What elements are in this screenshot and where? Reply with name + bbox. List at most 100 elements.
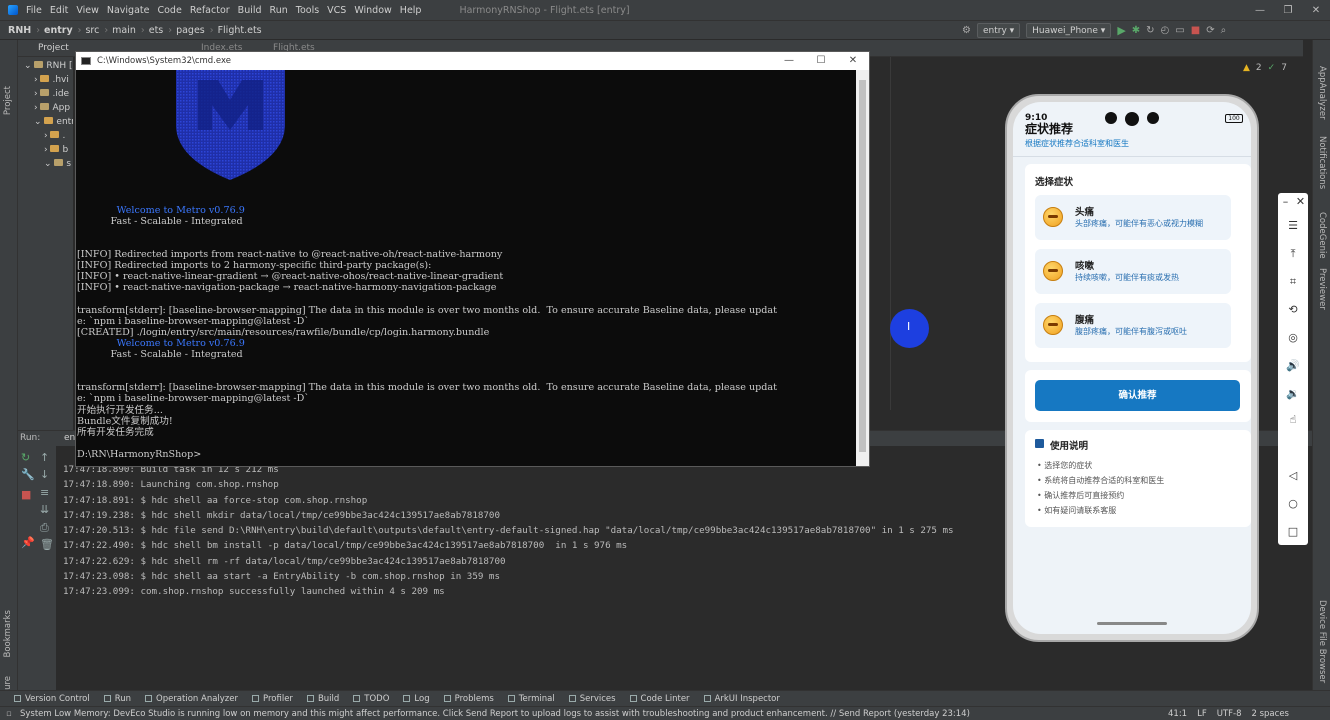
- rerun-icon[interactable]: ↻: [21, 451, 30, 464]
- menu-tools[interactable]: Tools: [296, 5, 319, 16]
- menu-help[interactable]: Help: [400, 5, 422, 16]
- restore-icon[interactable]: ❐: [1274, 5, 1302, 16]
- tool-problems[interactable]: Problems: [443, 694, 494, 704]
- menu-navigate[interactable]: Navigate: [107, 5, 150, 16]
- tool-version-control[interactable]: Version Control: [14, 694, 90, 704]
- profile-icon[interactable]: ◴: [1161, 25, 1170, 36]
- minimize-icon[interactable]: –: [1278, 195, 1293, 208]
- tree-item[interactable]: › .ide: [24, 87, 73, 101]
- clear-icon[interactable]: 🗑: [40, 538, 54, 551]
- cmd-title-bar[interactable]: C:\Windows\System32\cmd.exe: [76, 52, 869, 70]
- home-indicator[interactable]: [1097, 622, 1167, 625]
- project-header[interactable]: Project: [18, 40, 73, 57]
- project-tool-button[interactable]: Project: [3, 86, 13, 115]
- fingerprint-icon[interactable]: ☝: [1278, 413, 1308, 426]
- phone-screen[interactable]: 9:10 100 症状推荐 根据症状推荐合适科室和医生 选择症状 头痛 头部疼痛…: [1013, 102, 1251, 634]
- minimize-icon[interactable]: —: [1246, 5, 1274, 16]
- cmd-scrollbar[interactable]: [856, 70, 869, 466]
- tree-item[interactable]: › .: [24, 129, 73, 143]
- soft-wrap-icon[interactable]: ≡: [40, 486, 49, 499]
- menu-edit[interactable]: Edit: [50, 5, 68, 16]
- breadcrumb-root[interactable]: RNH: [8, 25, 31, 36]
- tool-build[interactable]: Build: [306, 694, 339, 704]
- breadcrumb-main[interactable]: main: [112, 25, 136, 36]
- cmd-console[interactable]: Welcome to Metro v0.76.9 Fast - Scalable…: [76, 70, 857, 466]
- symptom-item-cough[interactable]: 咳嗽 持续咳嗽，可能伴有痰或发热: [1035, 249, 1231, 294]
- menu-code[interactable]: Code: [157, 5, 181, 16]
- caret-position[interactable]: 41:1: [1168, 709, 1187, 719]
- rotate-icon[interactable]: ⟲: [1278, 303, 1308, 316]
- tree-item[interactable]: ⌄ RNH [H: [24, 59, 73, 73]
- search-everywhere-icon[interactable]: ⌕: [1221, 25, 1227, 36]
- status-message[interactable]: System Low Memory: DevEco Studio is runn…: [20, 709, 1160, 719]
- device-select[interactable]: Huawei_Phone ▾: [1026, 23, 1112, 38]
- breadcrumb-ets[interactable]: ets: [149, 25, 164, 36]
- run-icon[interactable]: ▶: [1117, 24, 1125, 37]
- volume-down-icon[interactable]: 🔉: [1278, 387, 1308, 400]
- tool-run[interactable]: Run: [103, 694, 131, 704]
- menu-icon[interactable]: ☰: [1278, 219, 1308, 232]
- stop-icon[interactable]: ■: [1191, 25, 1200, 36]
- down-icon[interactable]: ↓: [40, 468, 49, 481]
- breadcrumb-entry[interactable]: entry: [44, 25, 73, 36]
- indent-setting[interactable]: 2 spaces: [1252, 709, 1289, 719]
- crop-icon[interactable]: ⌗: [1278, 275, 1308, 289]
- menu-window[interactable]: Window: [354, 5, 391, 16]
- menu-file[interactable]: File: [26, 5, 42, 16]
- symptom-item-stomachache[interactable]: 腹痛 腹部疼痛，可能伴有腹泻或呕吐: [1035, 303, 1231, 348]
- tree-item[interactable]: › b: [24, 143, 73, 157]
- breadcrumb-file[interactable]: Flight.ets: [218, 25, 262, 36]
- up-icon[interactable]: ↑: [40, 451, 49, 464]
- tree-item[interactable]: › .hvi: [24, 73, 73, 87]
- cmd-window[interactable]: C:\Windows\System32\cmd.exe — ☐ ✕ Welcom…: [75, 51, 870, 467]
- line-separator[interactable]: LF: [1197, 709, 1207, 719]
- tool-terminal[interactable]: Terminal: [507, 694, 555, 704]
- cmd-maximize-icon[interactable]: ☐: [805, 52, 837, 70]
- menu-build[interactable]: Build: [238, 5, 262, 16]
- device-file-browser-tool-button[interactable]: Device File Browser: [1317, 600, 1327, 683]
- codegenie-tool-button[interactable]: CodeGenie: [1317, 212, 1327, 259]
- file-encoding[interactable]: UTF-8: [1217, 709, 1242, 719]
- tool-log[interactable]: Log: [403, 694, 430, 704]
- pin-icon[interactable]: 📌: [21, 536, 35, 549]
- cmd-prompt[interactable]: D:\RN\HarmonyRnShop>: [77, 449, 201, 460]
- tree-item[interactable]: ⌄ entr: [24, 115, 73, 129]
- previewer-tool-button[interactable]: Previewer: [1317, 268, 1327, 310]
- cmd-scroll-thumb[interactable]: [859, 80, 866, 452]
- tree-item[interactable]: › App: [24, 101, 73, 115]
- attach-icon[interactable]: ↻: [1146, 25, 1154, 36]
- stop-icon[interactable]: ■: [21, 488, 31, 501]
- scroll-to-end-icon[interactable]: ⇊: [40, 503, 49, 516]
- close-icon[interactable]: ✕: [1302, 5, 1330, 16]
- notifications-tool-button[interactable]: Notifications: [1317, 136, 1327, 189]
- home-icon[interactable]: ○: [1278, 497, 1308, 510]
- debug-icon[interactable]: ✱: [1132, 25, 1140, 36]
- tool-operation-analyzer[interactable]: Operation Analyzer: [145, 694, 238, 704]
- breadcrumb-src[interactable]: src: [85, 25, 99, 36]
- menu-view[interactable]: View: [76, 5, 99, 16]
- pin-top-icon[interactable]: ⤒: [1278, 247, 1308, 261]
- module-select[interactable]: entry ▾: [976, 23, 1021, 38]
- warning-icon[interactable]: ▲: [1243, 63, 1250, 73]
- tool-code-linter[interactable]: Code Linter: [629, 694, 690, 704]
- cmd-close-icon[interactable]: ✕: [837, 52, 869, 70]
- print-icon[interactable]: ⎙: [40, 521, 49, 535]
- wrench-icon[interactable]: 🔧: [21, 468, 35, 481]
- menu-run[interactable]: Run: [270, 5, 288, 16]
- app-analyzer-tool-button[interactable]: AppAnalyzer: [1317, 66, 1327, 120]
- location-icon[interactable]: ◎: [1278, 331, 1308, 344]
- sync-icon[interactable]: ⟳: [1206, 25, 1214, 36]
- settings-icon[interactable]: ⚙: [962, 25, 971, 36]
- back-icon[interactable]: ◁: [1278, 469, 1308, 482]
- menu-vcs[interactable]: VCS: [327, 5, 346, 16]
- tool-arkui-inspector[interactable]: ArkUI Inspector: [703, 694, 780, 704]
- cmd-minimize-icon[interactable]: —: [773, 52, 805, 70]
- tool-profiler[interactable]: Profiler: [252, 694, 293, 704]
- tool-todo[interactable]: TODO: [353, 694, 389, 704]
- close-icon[interactable]: ✕: [1293, 195, 1308, 208]
- tool-services[interactable]: Services: [568, 694, 616, 704]
- recents-icon[interactable]: □: [1278, 525, 1308, 538]
- volume-up-icon[interactable]: 🔊: [1278, 359, 1308, 372]
- device-manager-icon[interactable]: ▭: [1175, 25, 1184, 36]
- menu-refactor[interactable]: Refactor: [190, 5, 230, 16]
